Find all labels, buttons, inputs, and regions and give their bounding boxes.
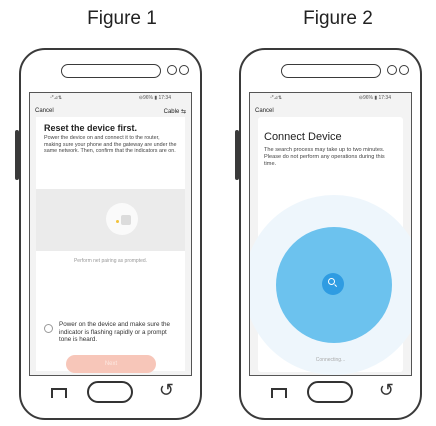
status-icons: ▫︎*⊿⇅ [270,95,283,101]
confirm-checkbox-label: Power on the device and make sure the in… [59,321,170,344]
device-illustration [36,189,185,251]
instructions-text: Power the device on and connect it to th… [44,135,177,155]
cancel-button[interactable]: Cancel [255,108,274,114]
screen: ▫︎*⊿⇅ ⊖96% ▮ 17:34 Cancel Cable ⇆ Reset … [29,92,192,376]
confirm-checkbox-row[interactable]: Power on the device and make sure the in… [44,321,179,344]
home-icon[interactable] [307,381,353,403]
earpiece [281,64,381,78]
next-button[interactable]: Next [66,355,156,373]
sensor-dot [179,65,189,75]
cable-mode-button[interactable]: Cable ⇆ [164,108,186,115]
recent-apps-icon[interactable] [51,388,67,398]
indicator-light-icon [116,220,119,223]
earpiece [61,64,161,78]
page-title: Connect Device [264,131,342,143]
confirm-checkbox[interactable] [44,324,53,333]
status-icons: ▫︎*⊿⇅ [50,95,63,101]
device-body-icon [121,215,131,225]
back-icon[interactable]: ↺ [379,380,394,401]
home-icon[interactable] [87,381,133,403]
side-button [15,130,19,180]
pairing-help-link[interactable]: Perform net pairing as prompted. [36,258,185,264]
status-battery-time: ⊖96% ▮ 17:34 [138,95,171,101]
figure-1-title: Figure 1 [87,8,157,29]
scan-core [322,273,344,295]
cancel-button[interactable]: Cancel [35,108,54,114]
camera-dot [167,65,177,75]
phone-figure-1: ▫︎*⊿⇅ ⊖96% ▮ 17:34 Cancel Cable ⇆ Reset … [15,48,202,420]
recent-apps-icon[interactable] [271,388,287,398]
hardware-nav-row: ↺ [241,378,420,408]
side-button [235,130,239,180]
sensor-dot [399,65,409,75]
camera-dot [387,65,397,75]
hardware-nav-row: ↺ [21,378,200,408]
status-bar: ▫︎*⊿⇅ ⊖96% ▮ 17:34 [250,93,411,105]
connection-status: Connecting... [315,357,346,363]
device-icon [106,203,138,235]
connect-card: Connect Device The search process may ta… [250,117,411,375]
reset-card: Reset the device first. Power the device… [36,117,185,373]
nav-bar: Cancel Cable ⇆ [30,105,191,117]
page-title: Reset the device first. [44,123,138,133]
phone-figure-2: ▫︎*⊿⇅ ⊖96% ▮ 17:34 Cancel Connect Device… [235,48,422,420]
screen: ▫︎*⊿⇅ ⊖96% ▮ 17:34 Cancel Connect Device… [249,92,412,376]
search-icon [328,278,335,285]
figure-2-title: Figure 2 [303,8,373,29]
nav-bar: Cancel [250,105,411,117]
back-icon[interactable]: ↺ [159,380,174,401]
search-notice-text: The search process may take up to two mi… [264,147,385,167]
status-battery-time: ⊖96% ▮ 17:34 [358,95,391,101]
status-bar: ▫︎*⊿⇅ ⊖96% ▮ 17:34 [30,93,191,105]
